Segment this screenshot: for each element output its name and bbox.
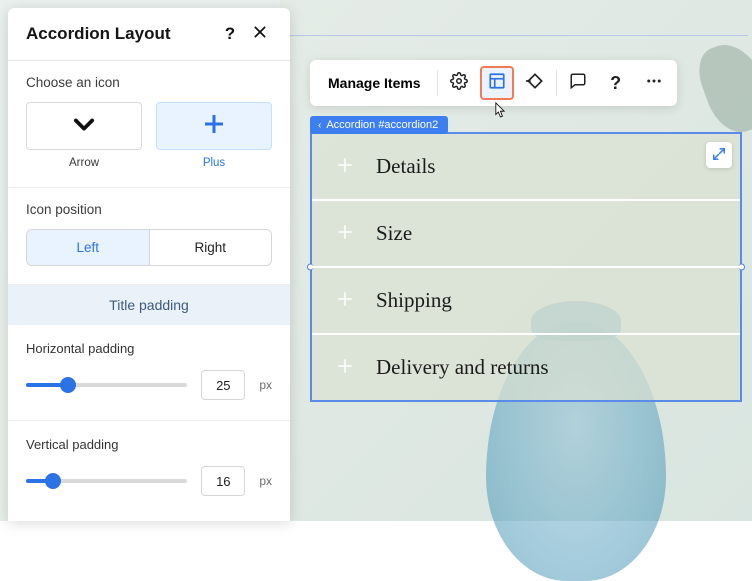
position-right-button[interactable]: Right — [149, 230, 272, 265]
slider-thumb[interactable] — [45, 473, 61, 489]
icon-option-label: Arrow — [69, 157, 99, 169]
title-padding-heading: Title padding — [8, 285, 290, 325]
horizontal-padding-section: Horizontal padding px — [8, 325, 290, 421]
animation-button[interactable] — [518, 66, 552, 100]
chevron-left-icon: ‹ — [318, 120, 321, 131]
plus-icon — [336, 223, 354, 245]
plus-icon — [202, 112, 226, 141]
vertical-padding-input[interactable] — [201, 466, 245, 496]
choose-icon-section: Choose an icon Arrow Plus — [8, 61, 290, 188]
settings-button[interactable] — [442, 66, 476, 100]
position-left-button[interactable]: Left — [27, 230, 149, 265]
help-button[interactable]: ? — [599, 66, 633, 100]
manage-items-button[interactable]: Manage Items — [314, 75, 435, 91]
gear-icon — [450, 72, 468, 95]
guide-line — [290, 35, 748, 36]
layout-panel: Accordion Layout ? Choose an icon Arrow — [8, 8, 290, 521]
plus-icon — [336, 290, 354, 312]
icon-position-toggle: Left Right — [26, 229, 272, 266]
more-icon — [645, 72, 663, 95]
plus-icon — [336, 156, 354, 178]
icon-option-arrow[interactable]: Arrow — [26, 102, 142, 169]
expand-icon — [712, 147, 726, 164]
close-icon — [252, 24, 268, 45]
panel-help-button[interactable]: ? — [218, 22, 242, 46]
panel-close-button[interactable] — [248, 22, 272, 46]
comment-icon — [569, 72, 587, 95]
unit-label: px — [259, 378, 272, 392]
comments-button[interactable] — [561, 66, 595, 100]
accordion-item[interactable]: Shipping — [312, 268, 740, 335]
expand-button[interactable] — [706, 142, 732, 168]
unit-label: px — [259, 474, 272, 488]
selection-breadcrumb[interactable]: ‹ Accordion #accordion2 — [310, 116, 448, 134]
panel-title: Accordion Layout — [26, 24, 212, 44]
more-button[interactable] — [637, 66, 671, 100]
accordion-selection[interactable]: Details Size Shipping Delivery and retur… — [310, 132, 742, 402]
accordion-item-title: Delivery and returns — [376, 355, 549, 380]
panel-header: Accordion Layout ? — [8, 8, 290, 61]
animation-icon — [525, 71, 545, 96]
plus-icon — [336, 357, 354, 379]
vertical-padding-label: Vertical padding — [26, 437, 272, 452]
icon-option-plus[interactable]: Plus — [156, 102, 272, 169]
breadcrumb-label: Accordion #accordion2 — [326, 119, 438, 131]
icon-option-label: Plus — [203, 157, 225, 169]
accordion-item[interactable]: Details — [312, 134, 740, 201]
accordion-item-title: Shipping — [376, 288, 452, 313]
element-toolbar: Manage Items ? — [310, 60, 677, 106]
chevron-down-icon — [70, 110, 98, 143]
separator — [556, 70, 557, 96]
horizontal-padding-input[interactable] — [201, 370, 245, 400]
vertical-padding-section: Vertical padding px — [8, 421, 290, 516]
accordion-item-title: Size — [376, 221, 412, 246]
layout-button[interactable] — [480, 66, 514, 100]
icon-position-label: Icon position — [26, 202, 272, 217]
help-icon: ? — [225, 24, 235, 44]
horizontal-padding-slider[interactable] — [26, 383, 187, 387]
horizontal-padding-label: Horizontal padding — [26, 341, 272, 356]
vertical-padding-slider[interactable] — [26, 479, 187, 483]
slider-thumb[interactable] — [60, 377, 76, 393]
choose-icon-label: Choose an icon — [26, 75, 272, 90]
layout-icon — [488, 72, 506, 95]
separator — [437, 70, 438, 96]
accordion-item[interactable]: Delivery and returns — [312, 335, 740, 400]
help-icon: ? — [610, 73, 621, 94]
icon-position-section: Icon position Left Right — [8, 188, 290, 285]
accordion-item-title: Details — [376, 154, 435, 179]
accordion-item[interactable]: Size — [312, 201, 740, 268]
